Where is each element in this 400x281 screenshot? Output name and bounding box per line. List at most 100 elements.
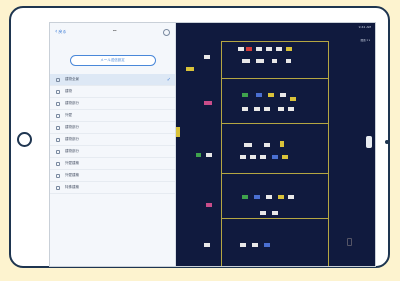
folder-icon: [56, 101, 60, 106]
folder-icon: [56, 149, 60, 154]
room-block[interactable]: [280, 93, 286, 97]
camera-dot: [385, 140, 389, 144]
room-block[interactable]: [264, 107, 270, 111]
room-block[interactable]: [240, 243, 246, 247]
list-item[interactable]: 建物: [50, 86, 175, 98]
list-item-label: 建物部分: [65, 125, 79, 129]
room-block[interactable]: [268, 93, 274, 97]
folder-icon: [56, 161, 60, 166]
room-block[interactable]: [272, 211, 278, 215]
list-item[interactable]: 外壁建築: [50, 170, 175, 182]
grid-line: [221, 78, 329, 79]
room-block[interactable]: [266, 195, 272, 199]
room-block[interactable]: [242, 59, 250, 63]
list-item[interactable]: 特殊建築: [50, 182, 175, 194]
room-block[interactable]: [260, 155, 266, 159]
room-block[interactable]: [264, 143, 270, 147]
room-block[interactable]: [288, 195, 294, 199]
room-block[interactable]: [206, 153, 212, 157]
menu-circle-button[interactable]: [162, 28, 170, 36]
room-block[interactable]: [196, 153, 201, 157]
room-block[interactable]: [204, 243, 210, 247]
room-block[interactable]: [254, 195, 260, 199]
checkmark-icon: ✓: [166, 76, 171, 83]
folder-icon: [56, 113, 60, 118]
list-item[interactable]: 外壁: [50, 110, 175, 122]
category-list: 建物全景 ✓ 建物 建物部分 外壁 建物部分 建物部分 建物部分 外壁建築 外壁…: [50, 74, 175, 194]
room-block[interactable]: [256, 47, 262, 51]
room-block[interactable]: [246, 47, 252, 51]
room-block[interactable]: [286, 59, 291, 63]
room-block[interactable]: [278, 107, 284, 111]
room-block[interactable]: [204, 101, 212, 105]
folder-icon: [56, 125, 60, 130]
list-item-label: 建物部分: [65, 149, 79, 153]
room-block[interactable]: [282, 155, 288, 159]
room-block[interactable]: [286, 47, 292, 51]
panel-handle[interactable]: [366, 136, 372, 148]
folder-icon: [56, 137, 60, 142]
folder-icon: [56, 185, 60, 190]
room-block[interactable]: [254, 107, 260, 111]
room-block[interactable]: [290, 97, 296, 101]
list-item[interactable]: 建物部分: [50, 122, 175, 134]
home-button[interactable]: [17, 132, 32, 147]
room-block[interactable]: [176, 127, 180, 137]
room-block[interactable]: [242, 93, 248, 97]
room-block[interactable]: [244, 143, 252, 147]
list-item[interactable]: 建物全景 ✓: [50, 74, 175, 86]
room-block[interactable]: [256, 59, 264, 63]
list-item-label: 建物: [65, 89, 72, 93]
room-block[interactable]: [280, 141, 284, 147]
list-item-label: 外壁建築: [65, 161, 79, 165]
list-item-label: 外壁: [65, 113, 72, 117]
list-item[interactable]: 建物部分: [50, 146, 175, 158]
room-block[interactable]: [250, 155, 256, 159]
folder-icon: [56, 89, 60, 94]
sidebar-toolbar: ‹ 戻る ⌔: [50, 23, 175, 41]
room-block[interactable]: [186, 67, 194, 71]
room-block[interactable]: [204, 55, 210, 59]
list-item[interactable]: 外壁建築: [50, 158, 175, 170]
list-item-label: 特殊建築: [65, 185, 79, 189]
room-block[interactable]: [238, 47, 244, 51]
tablet-screen: ‹ 戻る ⌔ メール送信設定 建物全景 ✓ 建物 建物部分 外壁 建物部分 建物…: [49, 22, 376, 267]
grid-line: [221, 123, 329, 124]
room-block[interactable]: [252, 243, 258, 247]
room-block[interactable]: [272, 59, 277, 63]
room-block[interactable]: [242, 195, 248, 199]
floor-info: 図面 1 ▾: [348, 39, 370, 43]
back-button[interactable]: ‹ 戻る: [55, 29, 66, 35]
room-block[interactable]: [266, 47, 272, 51]
wifi-icon: ⌔: [111, 29, 118, 36]
room-block[interactable]: [256, 93, 262, 97]
folder-icon: [56, 173, 60, 178]
trash-icon[interactable]: [347, 238, 352, 246]
list-item-label: 建物全景: [65, 77, 79, 81]
sidebar: ‹ 戻る ⌔ メール送信設定 建物全景 ✓ 建物 建物部分 外壁 建物部分 建物…: [50, 23, 176, 266]
grid-line: [221, 41, 329, 42]
room-block[interactable]: [264, 243, 270, 247]
back-label: 戻る: [58, 29, 67, 34]
list-item[interactable]: 建物部分: [50, 134, 175, 146]
mail-settings-button[interactable]: メール送信設定: [69, 55, 156, 66]
floor-plan-view[interactable]: 9:41 AM 図面 1 ▾: [176, 23, 375, 266]
list-item-label: 外壁建築: [65, 173, 79, 177]
room-block[interactable]: [276, 47, 282, 51]
grid-line: [221, 41, 222, 266]
folder-icon: [56, 77, 60, 82]
mail-settings-label: メール送信設定: [100, 58, 125, 62]
room-block[interactable]: [278, 195, 284, 199]
floor-selector[interactable]: 図面 1 ▾: [361, 39, 370, 42]
grid-line: [221, 173, 329, 174]
room-block[interactable]: [288, 107, 294, 111]
room-block[interactable]: [240, 155, 246, 159]
room-block[interactable]: [272, 155, 278, 159]
list-item-label: 建物部分: [65, 137, 79, 141]
room-block[interactable]: [242, 107, 248, 111]
list-item-label: 建物部分: [65, 101, 79, 105]
room-block[interactable]: [206, 203, 212, 207]
grid-line: [328, 41, 329, 266]
list-item[interactable]: 建物部分: [50, 98, 175, 110]
room-block[interactable]: [260, 211, 266, 215]
